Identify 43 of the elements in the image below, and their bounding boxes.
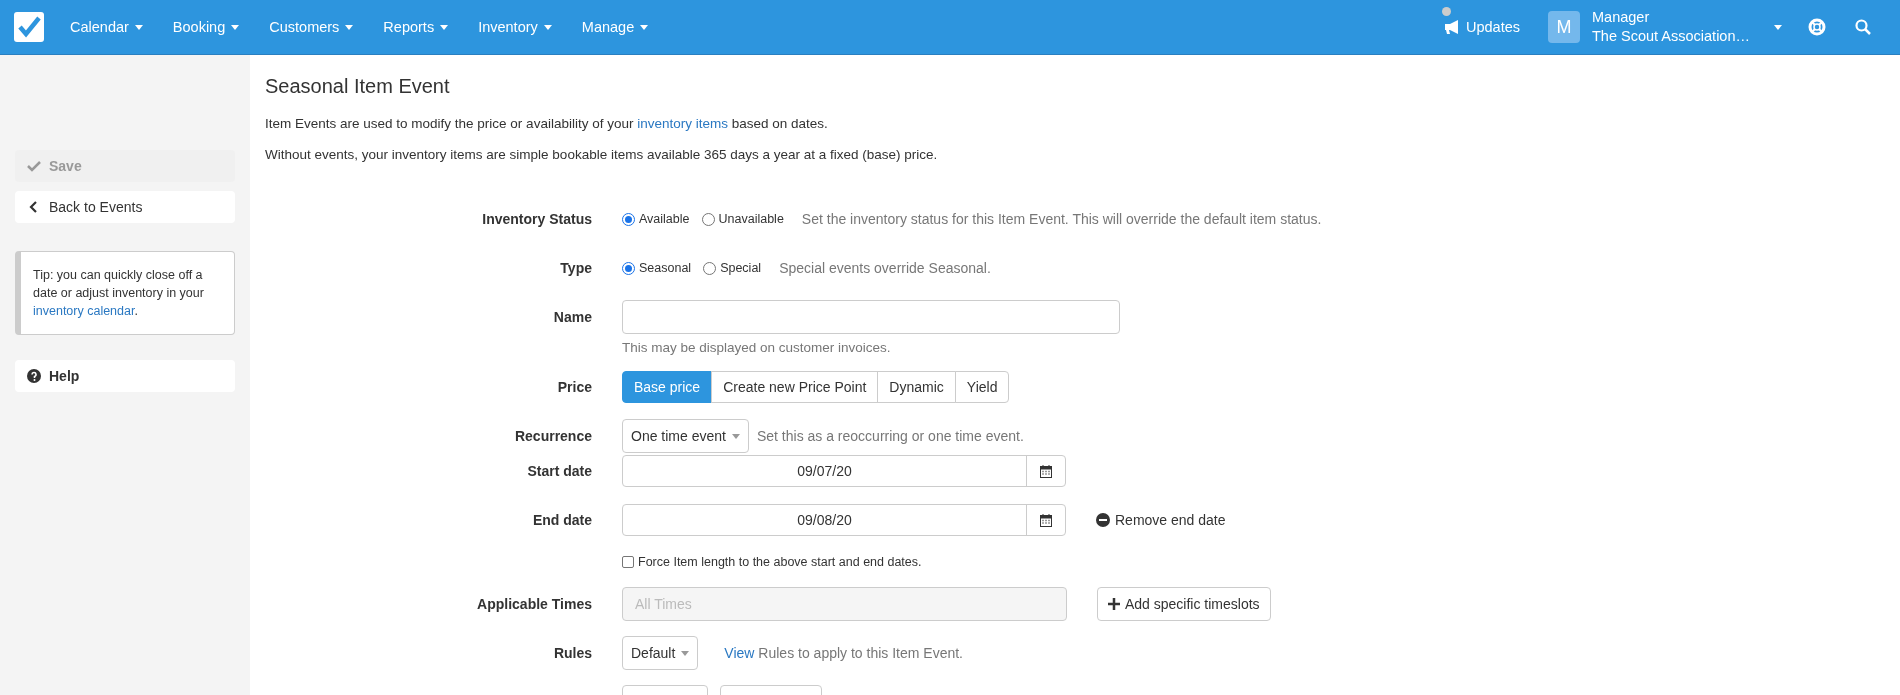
help-text: Special events override Seasonal. — [779, 260, 991, 276]
inventory-calendar-link[interactable]: inventory calendar — [33, 304, 135, 318]
page-title: Seasonal Item Event — [265, 75, 451, 98]
field-label: Applicable Times — [476, 596, 592, 612]
tip-text: Tip: you can quickly close off a date or adjust inventory in your inventory calendar. — [15, 251, 235, 335]
radio-label: Available — [639, 212, 690, 226]
radio-option[interactable]: Special — [703, 261, 762, 275]
field-label: Start date — [526, 463, 592, 479]
inventory-items-link[interactable]: inventory items — [637, 116, 728, 131]
help-text: View Rules to apply to this Item Event. — [724, 645, 963, 661]
hint-text: This may be displayed on customer invoices. — [622, 340, 892, 355]
price-option-button[interactable]: Dynamic — [877, 371, 956, 403]
field-label: Inventory Status — [481, 211, 592, 227]
dropdown[interactable]: Default — [622, 636, 699, 670]
radio-label: Unavailable — [718, 212, 784, 226]
date-input-field[interactable]: 09/07/20 — [622, 455, 1066, 487]
intro-text: Without events, your inventory items are simple bookable items available 365 days a year at a fixed (base) price. — [265, 147, 939, 162]
back-button[interactable]: Back to Events — [15, 191, 235, 223]
price-option-button[interactable]: Create new Price Point — [711, 371, 879, 403]
view-link[interactable]: View — [724, 645, 755, 661]
help-button[interactable]: Help — [15, 360, 235, 392]
radio-label: Special — [720, 261, 762, 275]
field-label: Name — [552, 308, 592, 327]
field-label: Price — [556, 379, 592, 395]
radio-option[interactable]: Unavailable — [701, 212, 784, 226]
field-label: Type — [559, 260, 592, 276]
help-text: Set this as a reoccurring or one time event. — [756, 428, 1024, 444]
user-name: Manager — [1592, 8, 1651, 27]
radio-label: Seasonal — [639, 261, 692, 275]
dropdown[interactable]: One time event — [622, 419, 749, 453]
intro-text: Item Events are used to modify the price or availability of your inventory items based on dates. — [265, 116, 829, 131]
add-timeslots-button[interactable]: Add specific timeslots — [1097, 587, 1271, 621]
field-label: Rules — [552, 645, 592, 661]
help-text: Set the inventory status for this Item Event. This will override the default item status. — [801, 211, 1322, 227]
field-label: End date — [531, 512, 592, 528]
organization-name: The Scout Association… — [1592, 27, 1750, 46]
avatar: M — [1548, 11, 1580, 43]
remove-end-date-link[interactable]: Remove end date — [1096, 512, 1226, 528]
price-option-button[interactable]: Yield — [954, 371, 1010, 403]
field-label: Recurrence — [513, 428, 592, 444]
radio-option[interactable]: Available — [622, 212, 690, 226]
radio-option[interactable]: Seasonal — [622, 261, 692, 275]
date-input-field[interactable]: 09/08/20 — [622, 504, 1066, 536]
